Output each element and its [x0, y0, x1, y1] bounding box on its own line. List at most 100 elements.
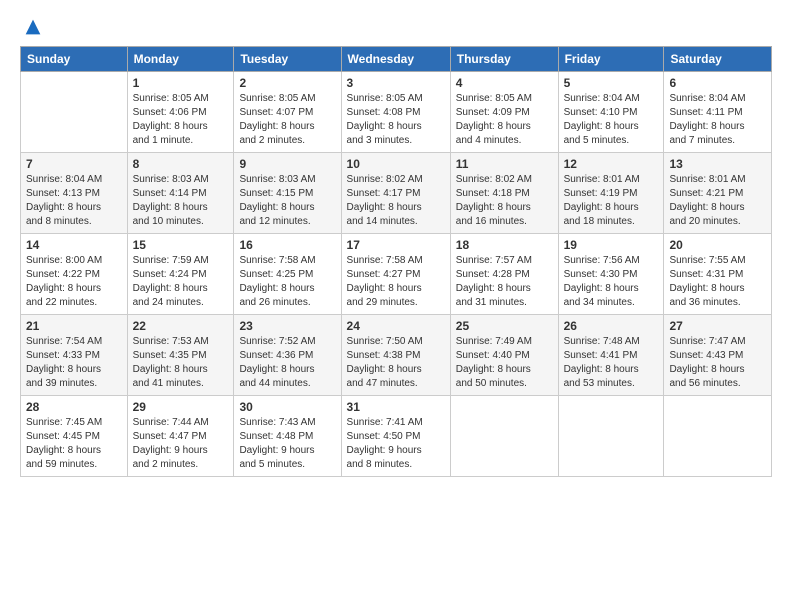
logo-icon — [22, 16, 44, 38]
calendar-cell: 8Sunrise: 8:03 AMSunset: 4:14 PMDaylight… — [127, 153, 234, 234]
calendar-cell: 18 Sunrise: 7:57 AMSunset: 4:28 PMDayligh… — [450, 234, 558, 315]
day-number: 1 — [133, 76, 229, 90]
day-number: 11 — [456, 157, 553, 171]
day-number: 4 — [456, 76, 553, 90]
calendar-cell: 14Sunrise: 8:00 AMSunset: 4:22 PMDayligh… — [21, 234, 128, 315]
day-header-monday: Monday — [127, 47, 234, 72]
calendar-cell: 10 Sunrise: 8:02 AMSunset: 4:17 PMDayligh… — [341, 153, 450, 234]
week-row-1: 1 Sunrise: 8:05 AMSunset: 4:06 PMDaylight… — [21, 72, 772, 153]
calendar-cell: 3 Sunrise: 8:05 AMSunset: 4:08 PMDaylight… — [341, 72, 450, 153]
day-number: 22 — [133, 319, 229, 333]
cell-info: Sunrise: 7:59 AMSunset: 4:24 PMDaylight:… — [133, 254, 229, 310]
calendar-cell: 5 Sunrise: 8:04 AMSunset: 4:10 PMDaylight… — [558, 72, 664, 153]
cell-info: Sunrise: 7:53 AMSunset: 4:35 PMDaylight:… — [133, 335, 229, 391]
calendar-cell: 25 Sunrise: 7:49 AMSunset: 4:40 PMDayligh… — [450, 315, 558, 396]
week-row-3: 14Sunrise: 8:00 AMSunset: 4:22 PMDayligh… — [21, 234, 772, 315]
cell-info: Sunrise: 7:44 AMSunset: 4:47 PMDaylight:… — [133, 416, 229, 472]
header — [20, 16, 772, 38]
calendar-cell: 9Sunrise: 8:03 AMSunset: 4:15 PMDaylight… — [234, 153, 341, 234]
cell-info: Sunrise: 8:01 AMSunset: 4:19 PMDaylight:… — [564, 173, 659, 229]
calendar-cell: 28 Sunrise: 7:45 AMSunset: 4:45 PMDayligh… — [21, 396, 128, 477]
day-number: 21 — [26, 319, 122, 333]
day-number: 9 — [239, 157, 335, 171]
cell-info: Sunrise: 7:54 AMSunset: 4:33 PMDaylight:… — [26, 335, 122, 391]
calendar-cell: 26 Sunrise: 7:48 AMSunset: 4:41 PMDayligh… — [558, 315, 664, 396]
calendar-cell — [450, 396, 558, 477]
cell-info: Sunrise: 7:57 AMSunset: 4:28 PMDaylight:… — [456, 254, 553, 310]
cell-info: Sunrise: 7:43 AMSunset: 4:48 PMDaylight:… — [239, 416, 335, 472]
cell-info: Sunrise: 7:48 AMSunset: 4:41 PMDaylight:… — [564, 335, 659, 391]
day-number: 10 — [347, 157, 445, 171]
cell-info: Sunrise: 8:01 AMSunset: 4:21 PMDaylight:… — [669, 173, 766, 229]
calendar-header: SundayMondayTuesdayWednesdayThursdayFrid… — [21, 47, 772, 72]
cell-info: Sunrise: 7:58 AMSunset: 4:25 PMDaylight:… — [239, 254, 335, 310]
week-row-2: 7 Sunrise: 8:04 AMSunset: 4:13 PMDaylight… — [21, 153, 772, 234]
day-number: 26 — [564, 319, 659, 333]
day-header-saturday: Saturday — [664, 47, 772, 72]
cell-info: Sunrise: 7:49 AMSunset: 4:40 PMDaylight:… — [456, 335, 553, 391]
cell-info: Sunrise: 8:05 AMSunset: 4:07 PMDaylight:… — [239, 92, 335, 148]
cell-info: Sunrise: 8:02 AMSunset: 4:18 PMDaylight:… — [456, 173, 553, 229]
day-number: 27 — [669, 319, 766, 333]
day-number: 24 — [347, 319, 445, 333]
calendar-cell: 13Sunrise: 8:01 AMSunset: 4:21 PMDayligh… — [664, 153, 772, 234]
calendar-cell: 11 Sunrise: 8:02 AMSunset: 4:18 PMDayligh… — [450, 153, 558, 234]
day-number: 31 — [347, 400, 445, 414]
calendar-cell: 23 Sunrise: 7:52 AMSunset: 4:36 PMDayligh… — [234, 315, 341, 396]
day-number: 25 — [456, 319, 553, 333]
cell-info: Sunrise: 8:00 AMSunset: 4:22 PMDaylight:… — [26, 254, 122, 310]
day-number: 12 — [564, 157, 659, 171]
day-header-tuesday: Tuesday — [234, 47, 341, 72]
cell-info: Sunrise: 8:05 AMSunset: 4:09 PMDaylight:… — [456, 92, 553, 148]
calendar-cell: 6Sunrise: 8:04 AMSunset: 4:11 PMDaylight… — [664, 72, 772, 153]
cell-info: Sunrise: 7:47 AMSunset: 4:43 PMDaylight:… — [669, 335, 766, 391]
cell-info: Sunrise: 7:55 AMSunset: 4:31 PMDaylight:… — [669, 254, 766, 310]
day-number: 15 — [133, 238, 229, 252]
day-number: 5 — [564, 76, 659, 90]
calendar-cell: 31Sunrise: 7:41 AMSunset: 4:50 PMDayligh… — [341, 396, 450, 477]
day-number: 3 — [347, 76, 445, 90]
day-number: 2 — [239, 76, 335, 90]
day-number: 30 — [239, 400, 335, 414]
day-number: 28 — [26, 400, 122, 414]
cell-info: Sunrise: 7:45 AMSunset: 4:45 PMDaylight:… — [26, 416, 122, 472]
cell-info: Sunrise: 8:05 AMSunset: 4:08 PMDaylight:… — [347, 92, 445, 148]
cell-info: Sunrise: 7:50 AMSunset: 4:38 PMDaylight:… — [347, 335, 445, 391]
calendar-cell — [558, 396, 664, 477]
calendar-cell: 17 Sunrise: 7:58 AMSunset: 4:27 PMDayligh… — [341, 234, 450, 315]
calendar-body: 1 Sunrise: 8:05 AMSunset: 4:06 PMDaylight… — [21, 72, 772, 477]
calendar-cell — [664, 396, 772, 477]
day-header-wednesday: Wednesday — [341, 47, 450, 72]
calendar-cell: 22 Sunrise: 7:53 AMSunset: 4:35 PMDayligh… — [127, 315, 234, 396]
calendar-cell: 20Sunrise: 7:55 AMSunset: 4:31 PMDayligh… — [664, 234, 772, 315]
week-row-5: 28 Sunrise: 7:45 AMSunset: 4:45 PMDayligh… — [21, 396, 772, 477]
calendar-cell: 24 Sunrise: 7:50 AMSunset: 4:38 PMDayligh… — [341, 315, 450, 396]
calendar-cell: 16 Sunrise: 7:58 AMSunset: 4:25 PMDayligh… — [234, 234, 341, 315]
calendar-cell — [21, 72, 128, 153]
calendar-cell: 19 Sunrise: 7:56 AMSunset: 4:30 PMDayligh… — [558, 234, 664, 315]
cell-info: Sunrise: 8:02 AMSunset: 4:17 PMDaylight:… — [347, 173, 445, 229]
day-number: 17 — [347, 238, 445, 252]
day-number: 8 — [133, 157, 229, 171]
calendar-cell: 7 Sunrise: 8:04 AMSunset: 4:13 PMDaylight… — [21, 153, 128, 234]
calendar-cell: 2 Sunrise: 8:05 AMSunset: 4:07 PMDaylight… — [234, 72, 341, 153]
calendar-cell: 30 Sunrise: 7:43 AMSunset: 4:48 PMDayligh… — [234, 396, 341, 477]
cell-info: Sunrise: 7:52 AMSunset: 4:36 PMDaylight:… — [239, 335, 335, 391]
day-number: 23 — [239, 319, 335, 333]
cell-info: Sunrise: 7:58 AMSunset: 4:27 PMDaylight:… — [347, 254, 445, 310]
cell-info: Sunrise: 8:05 AMSunset: 4:06 PMDaylight:… — [133, 92, 229, 148]
days-of-week-row: SundayMondayTuesdayWednesdayThursdayFrid… — [21, 47, 772, 72]
day-number: 7 — [26, 157, 122, 171]
day-number: 16 — [239, 238, 335, 252]
cell-info: Sunrise: 8:04 AMSunset: 4:13 PMDaylight:… — [26, 173, 122, 229]
day-number: 19 — [564, 238, 659, 252]
calendar-cell: 29Sunrise: 7:44 AMSunset: 4:47 PMDayligh… — [127, 396, 234, 477]
calendar-cell: 1 Sunrise: 8:05 AMSunset: 4:06 PMDaylight… — [127, 72, 234, 153]
cell-info: Sunrise: 8:04 AMSunset: 4:10 PMDaylight:… — [564, 92, 659, 148]
cell-info: Sunrise: 7:56 AMSunset: 4:30 PMDaylight:… — [564, 254, 659, 310]
cell-info: Sunrise: 8:04 AMSunset: 4:11 PMDaylight:… — [669, 92, 766, 148]
day-number: 18 — [456, 238, 553, 252]
logo — [20, 16, 44, 38]
calendar-cell: 27 Sunrise: 7:47 AMSunset: 4:43 PMDayligh… — [664, 315, 772, 396]
calendar-cell: 4 Sunrise: 8:05 AMSunset: 4:09 PMDaylight… — [450, 72, 558, 153]
